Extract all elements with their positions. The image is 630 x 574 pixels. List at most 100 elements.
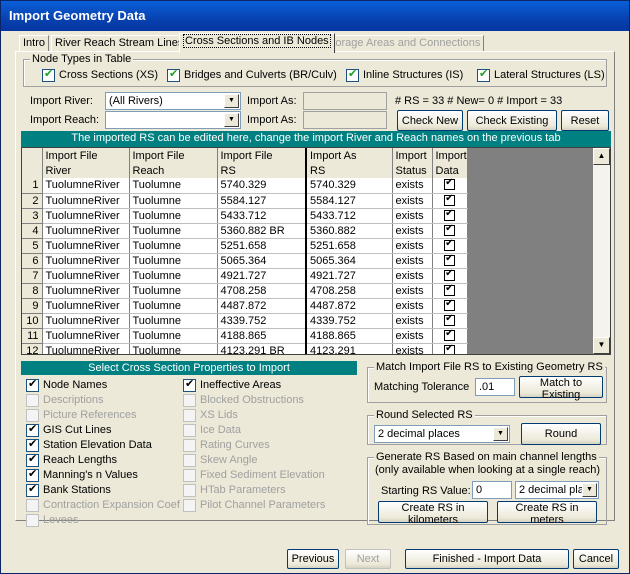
cell-import-as[interactable]: 4188.865: [306, 328, 393, 344]
xs-checkbox[interactable]: [42, 67, 55, 82]
import-data-checkbox[interactable]: [444, 193, 456, 206]
property-checkbox[interactable]: [26, 467, 39, 482]
tab-river-reach-stream-lines[interactable]: River Reach Stream Lines: [51, 35, 188, 52]
property-checkbox[interactable]: [26, 394, 39, 407]
cell-import-as[interactable]: 5251.658: [306, 238, 393, 254]
chevron-down-icon[interactable]: ▼: [582, 483, 597, 497]
table-row[interactable]: 9 TuolumneRiver Tuolumne 4487.872 4487.872 ex…: [22, 298, 468, 314]
import-data-checkbox[interactable]: [444, 268, 456, 281]
cell-import-as[interactable]: 4339.752: [306, 313, 393, 329]
table-row[interactable]: 5 TuolumneRiver Tuolumne 5251.658 5251.658 ex…: [22, 238, 468, 254]
property-checkbox[interactable]: [183, 469, 196, 482]
table-row[interactable]: 12 TuolumneRiver Tuolumne 4123.291 BR 4123.2…: [22, 343, 468, 354]
cell-import-as[interactable]: 5740.329: [306, 178, 393, 194]
import-as-reach-field[interactable]: [303, 111, 387, 129]
cell-import-data[interactable]: [432, 328, 468, 344]
property-checkbox[interactable]: [26, 452, 39, 467]
check-existing-button[interactable]: Check Existing: [467, 110, 557, 131]
import-as-river-field[interactable]: [303, 92, 387, 110]
round-button[interactable]: Round: [521, 423, 601, 445]
import-data-checkbox[interactable]: [444, 343, 456, 354]
chevron-down-icon[interactable]: ▼: [224, 94, 239, 108]
import-data-checkbox[interactable]: [444, 283, 456, 296]
import-data-checkbox[interactable]: [444, 238, 456, 251]
property-checkbox[interactable]: [26, 437, 39, 452]
table-row[interactable]: 8 TuolumneRiver Tuolumne 4708.258 4708.258 ex…: [22, 283, 468, 299]
tab-intro[interactable]: Intro: [19, 35, 50, 52]
import-data-checkbox[interactable]: [444, 253, 456, 266]
import-reach-combo[interactable]: ▼: [105, 111, 241, 129]
import-data-checkbox[interactable]: [444, 298, 456, 311]
property-checkbox[interactable]: [183, 439, 196, 452]
cell-import-data[interactable]: [432, 193, 468, 209]
cell-import-as[interactable]: 5360.882: [306, 223, 393, 239]
property-checkbox[interactable]: [26, 422, 39, 437]
scroll-up-icon[interactable]: ▲: [593, 148, 610, 165]
import-data-checkbox[interactable]: [444, 208, 456, 221]
table-row[interactable]: 1 TuolumneRiver Tuolumne 5740.329 5740.329 ex…: [22, 178, 468, 194]
table-row[interactable]: 4 TuolumneRiver Tuolumne 5360.882 BR 5360.88…: [22, 223, 468, 239]
ls-checkbox[interactable]: [477, 67, 490, 82]
match-to-existing-button[interactable]: Match to Existing: [519, 376, 603, 401]
create-rs-m-button[interactable]: Create RS in meters: [497, 501, 597, 526]
cancel-button[interactable]: Cancel: [573, 549, 619, 569]
property-checkbox[interactable]: [183, 409, 196, 422]
is-checkbox[interactable]: [346, 67, 359, 82]
chevron-down-icon[interactable]: ▼: [224, 113, 239, 127]
cell-import-data[interactable]: [432, 343, 468, 354]
table-row[interactable]: 2 TuolumneRiver Tuolumne 5584.127 5584.127 ex…: [22, 193, 468, 209]
cell-import-data[interactable]: [432, 238, 468, 254]
tolerance-field[interactable]: .01: [475, 378, 515, 396]
tab-cross-sections[interactable]: Cross Sections and IB Nodes: [179, 33, 335, 53]
property-checkbox[interactable]: [26, 409, 39, 422]
property-checkbox[interactable]: [183, 394, 196, 407]
generate-decimals-combo[interactable]: 2 decimal plac ▼: [515, 481, 599, 499]
table-scrollbar[interactable]: ▲ ▼: [593, 148, 610, 354]
property-checkbox[interactable]: [26, 499, 39, 512]
cell-import-as[interactable]: 4487.872: [306, 298, 393, 314]
cell-import-data[interactable]: [432, 268, 468, 284]
br-checkbox[interactable]: [167, 67, 180, 82]
scroll-down-icon[interactable]: ▼: [593, 337, 610, 354]
cell-import-data[interactable]: [432, 283, 468, 299]
starting-rs-field[interactable]: 0: [472, 481, 512, 499]
property-checkbox[interactable]: [183, 424, 196, 437]
table-row[interactable]: 10 TuolumneRiver Tuolumne 4339.752 4339.752 e…: [22, 313, 468, 329]
property-checkbox[interactable]: [183, 484, 196, 497]
cell-import-as[interactable]: 4708.258: [306, 283, 393, 299]
finish-import-button[interactable]: Finished - Import Data: [405, 549, 569, 569]
chevron-down-icon[interactable]: ▼: [493, 427, 508, 441]
cell-import-data[interactable]: [432, 223, 468, 239]
reset-button[interactable]: Reset: [561, 110, 609, 131]
import-data-checkbox[interactable]: [444, 223, 456, 236]
property-checkbox[interactable]: [26, 377, 39, 392]
cell-import-as[interactable]: 5433.712: [306, 208, 393, 224]
cell-import-data[interactable]: [432, 253, 468, 269]
cell-import-as[interactable]: 4123.291: [306, 343, 393, 354]
table-row[interactable]: 6 TuolumneRiver Tuolumne 5065.364 5065.364 ex…: [22, 253, 468, 269]
tab-storage-areas[interactable]: Storage Areas and Connections: [321, 35, 485, 52]
property-checkbox[interactable]: [183, 377, 196, 392]
create-rs-km-button[interactable]: Create RS in kilometers: [378, 501, 488, 526]
property-checkbox[interactable]: [26, 514, 39, 527]
next-button[interactable]: Next: [345, 549, 391, 569]
property-checkbox[interactable]: [26, 482, 39, 497]
cell-import-as[interactable]: 5584.127: [306, 193, 393, 209]
cell-import-data[interactable]: [432, 208, 468, 224]
import-data-checkbox[interactable]: [444, 328, 456, 341]
cell-import-data[interactable]: [432, 178, 468, 194]
table-row[interactable]: 11 TuolumneRiver Tuolumne 4188.865 4188.865 e…: [22, 328, 468, 344]
property-checkbox[interactable]: [183, 454, 196, 467]
previous-button[interactable]: Previous: [287, 549, 339, 569]
round-combo[interactable]: 2 decimal places ▼: [374, 425, 510, 443]
cell-import-data[interactable]: [432, 313, 468, 329]
import-river-combo[interactable]: (All Rivers) ▼: [105, 92, 241, 110]
cell-import-as[interactable]: 5065.364: [306, 253, 393, 269]
table-row[interactable]: 7 TuolumneRiver Tuolumne 4921.727 4921.727 ex…: [22, 268, 468, 284]
cell-import-as[interactable]: 4921.727: [306, 268, 393, 284]
check-new-button[interactable]: Check New: [397, 110, 463, 131]
property-checkbox[interactable]: [183, 499, 196, 512]
import-data-checkbox[interactable]: [444, 178, 456, 191]
table-row[interactable]: 3 TuolumneRiver Tuolumne 5433.712 5433.712 ex…: [22, 208, 468, 224]
cell-import-data[interactable]: [432, 298, 468, 314]
